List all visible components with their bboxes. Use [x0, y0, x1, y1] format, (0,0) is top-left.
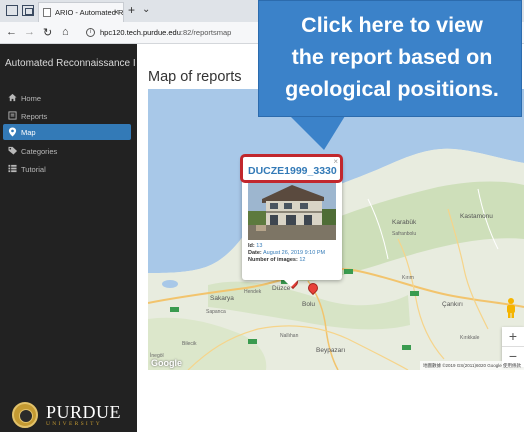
- list-icon: [8, 164, 18, 174]
- zoom-in-button[interactable]: +: [502, 327, 524, 347]
- map-label-hendek: Hendek: [244, 289, 262, 295]
- browser-tab[interactable]: ARIO - Automated Rec ×: [38, 2, 124, 22]
- map-label-nallihan: Nallıhan: [280, 333, 299, 339]
- home-icon[interactable]: ⌂: [62, 26, 69, 38]
- forward-arrow-icon[interactable]: →: [24, 26, 35, 38]
- report-photo[interactable]: [248, 181, 336, 240]
- sidebar-item-home[interactable]: Home: [3, 90, 131, 106]
- back-arrow-icon[interactable]: ←: [6, 26, 17, 38]
- close-icon[interactable]: ×: [114, 7, 119, 17]
- map-label-karabuk: Karabük: [392, 219, 417, 226]
- map-label-kirikkale: Kırıkkale: [460, 335, 480, 341]
- page-title: Map of reports: [148, 69, 242, 85]
- report-image-count: Number of images: 12: [248, 257, 306, 263]
- map-label-kastamonu: Kastamonu: [460, 213, 493, 220]
- map-label-sapanca: Sapanca: [206, 309, 226, 315]
- sidebar-item-tutorial[interactable]: Tutorial: [3, 161, 131, 177]
- annotation-line: geological positions.: [285, 77, 499, 101]
- map-label-sakarya: Sakarya: [210, 295, 234, 302]
- info-icon[interactable]: i: [86, 28, 95, 37]
- google-logo: Google: [151, 358, 182, 368]
- map-label-bolu: Bolu: [302, 301, 316, 308]
- report-date: Date: August 26, 2019 9:10 PM: [248, 250, 326, 256]
- sidebar-item-reports[interactable]: Reports: [3, 108, 131, 124]
- sidebar: Automated Reconnaissance Im... Home Repo…: [0, 44, 137, 432]
- tab-preview-icon[interactable]: [22, 5, 34, 16]
- reload-icon[interactable]: ↻: [43, 26, 52, 39]
- sidebar-item-map[interactable]: Map: [3, 124, 131, 140]
- purdue-logo: PURDUE UNIVERSITY: [12, 401, 132, 431]
- annotation-text: Click here to view the report based on g…: [261, 9, 523, 105]
- map-marker-icon: [8, 127, 18, 137]
- new-tab-icon[interactable]: +: [128, 3, 135, 17]
- annotation-line: the report based on: [291, 45, 493, 69]
- annotation-line: Click here to view: [301, 13, 483, 37]
- map-label-cankiri: Çankırı: [442, 301, 463, 308]
- purdue-seal-icon: [12, 402, 38, 428]
- home-icon: [8, 93, 18, 103]
- map-attribution[interactable]: 地圖數據 ©2019 GS(2011)6020 Google 使用條款: [419, 361, 524, 370]
- map-label-kirim: Kırım: [402, 275, 414, 281]
- logo-name: PURDUE: [46, 402, 122, 422]
- map-label-beypazari: Beypazarı: [316, 347, 346, 354]
- report-id: Id: 13: [248, 243, 263, 249]
- sidebar-item-label: Categories: [21, 147, 58, 156]
- annotation-callout: Click here to view the report based on g…: [258, 0, 522, 117]
- tag-icon: [8, 146, 18, 156]
- sidebar-item-categories[interactable]: Categories: [3, 143, 131, 159]
- reports-icon: [8, 111, 18, 121]
- logo-subtitle: UNIVERSITY: [46, 421, 102, 427]
- window-icon[interactable]: [6, 5, 18, 16]
- annotation-highlight-box: [240, 154, 343, 183]
- street-view-pegman-icon[interactable]: [504, 297, 518, 319]
- sidebar-item-label: Reports: [21, 112, 48, 121]
- app-brand[interactable]: Automated Reconnaissance Im...: [5, 58, 135, 69]
- map-label-safranbolu: Safranbolu: [392, 231, 417, 237]
- sidebar-item-label: Tutorial: [21, 165, 46, 174]
- map-label-bilecik: Bilecik: [182, 341, 197, 347]
- marker-head: [305, 280, 321, 296]
- sidebar-item-label: Map: [21, 128, 36, 137]
- report-marker[interactable]: [305, 280, 321, 296]
- chevron-down-icon[interactable]: ⌄: [142, 4, 150, 15]
- page-icon: [43, 8, 51, 17]
- url-field[interactable]: hpc120.tech.purdue.edu:82/reportsmap: [100, 28, 231, 37]
- reports-map[interactable]: Karabük Kastamonu Safranbolu Bolu Düzce …: [148, 89, 524, 370]
- sidebar-item-label: Home: [21, 94, 42, 103]
